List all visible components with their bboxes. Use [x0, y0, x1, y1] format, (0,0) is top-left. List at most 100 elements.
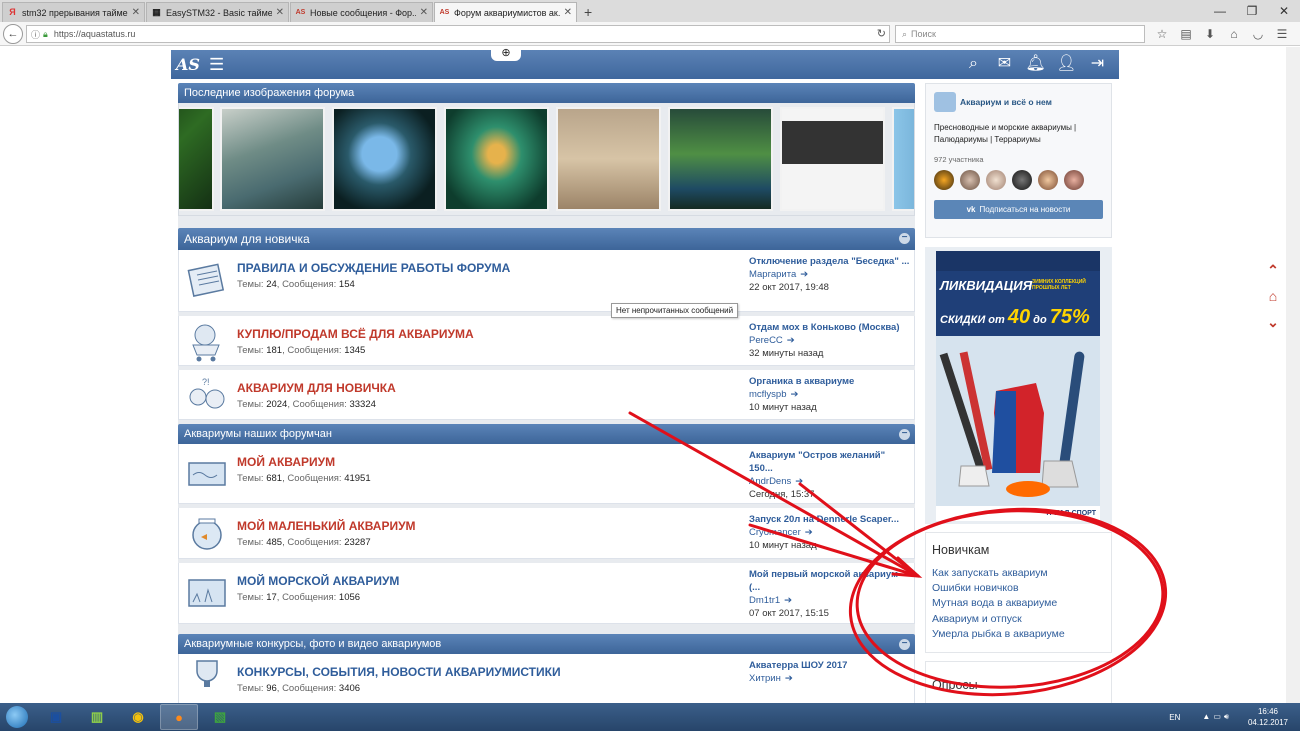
avatar[interactable]	[1064, 170, 1084, 190]
stm32-ide-icon[interactable]: ▥	[78, 704, 116, 730]
gallery-image[interactable]	[179, 107, 214, 211]
bookmark-star-icon[interactable]: ☆	[1150, 25, 1174, 43]
last-post-user[interactable]: Cryomancer ➔	[749, 526, 911, 539]
last-post-user[interactable]: Dm1tr1 ➔	[749, 594, 911, 607]
minimize-icon[interactable]: —	[1204, 4, 1236, 18]
vk-member-count[interactable]: 972 участника	[934, 155, 1103, 164]
address-bar[interactable]: ⓘ 🔒︎ https://aquastatus.ru ↻	[26, 25, 890, 43]
scroll-home-icon[interactable]: ⌂	[1263, 283, 1283, 309]
forum-row[interactable]: КУПЛЮ/ПРОДАМ ВСЁ ДЛЯ АКВАРИУМА Темы: 181…	[178, 316, 915, 366]
gallery-image[interactable]	[668, 107, 773, 211]
gallery-image[interactable]	[556, 107, 661, 211]
page-scrollbar[interactable]	[1286, 47, 1300, 703]
last-post-user[interactable]: AndrDens ➔	[749, 475, 911, 488]
avatar[interactable]	[960, 170, 980, 190]
browser-tab[interactable]: Я stm32 прерывания тайме... ✕	[2, 2, 145, 22]
reading-list-icon[interactable]: ▤	[1174, 25, 1198, 43]
maximize-icon[interactable]: ❐	[1236, 4, 1268, 18]
close-tab-icon[interactable]: ✕	[420, 7, 428, 18]
last-post-user[interactable]: mcflyspb ➔	[749, 388, 911, 401]
gallery-image[interactable]	[220, 107, 325, 211]
language-indicator[interactable]: EN	[1169, 713, 1180, 722]
avatar[interactable]	[1038, 170, 1058, 190]
vk-group-avatar[interactable]	[934, 92, 956, 112]
browser-tab-active[interactable]: AS Форум аквариумистов ак... ✕	[434, 2, 577, 22]
forum-title[interactable]: МОЙ МАЛЕНЬКИЙ АКВАРИУМ	[237, 519, 416, 533]
tray-icons[interactable]: ▲▭🔊︎	[1202, 712, 1232, 722]
menu-icon[interactable]: ☰	[1270, 25, 1294, 43]
forum-row[interactable]: МОЙ МАЛЕНЬКИЙ АКВАРИУМ Темы: 485, Сообще…	[178, 508, 915, 559]
last-post-title[interactable]: Органика в аквариуме	[749, 375, 911, 388]
reload-icon[interactable]: ↻	[877, 27, 886, 40]
hamburger-menu-icon[interactable]: ☰	[209, 55, 224, 75]
close-tab-icon[interactable]: ✕	[276, 7, 284, 18]
last-post-title[interactable]: Отключение раздела "Беседка" ...	[749, 255, 911, 268]
floppy-app-icon[interactable]: ▣	[37, 704, 75, 730]
advertisement-banner[interactable]: ЛИКВИДАЦИЯ ЗИМНИХ КОЛЛЕКЦИЙ ПРОШЛЫХ ЛЕТ …	[925, 247, 1112, 524]
forum-row[interactable]: МОЙ АКВАРИУМ Темы: 681, Сообщения: 41951…	[178, 444, 915, 504]
gallery-image[interactable]	[780, 107, 885, 211]
last-post-title[interactable]: Отдам мох в Коньково (Москва)	[749, 321, 911, 334]
forum-title[interactable]: АКВАРИУМ ДЛЯ НОВИЧКА	[237, 381, 396, 395]
scroll-up-icon[interactable]: ⌃	[1263, 257, 1283, 283]
last-post-user[interactable]: PereCC ➔	[749, 334, 911, 347]
close-tab-icon[interactable]: ✕	[132, 7, 140, 18]
collapse-icon[interactable]: −	[899, 639, 910, 650]
pocket-icon[interactable]: ◡	[1246, 25, 1270, 43]
chrome-icon[interactable]: ◉	[119, 704, 157, 730]
newbie-link[interactable]: Ошибки новичков	[932, 581, 1105, 596]
clock[interactable]: 16:46 04.12.2017	[1248, 706, 1288, 728]
section-header[interactable]: Аквариумы наших форумчан −	[178, 424, 915, 444]
forum-row[interactable]: ПРАВИЛА И ОБСУЖДЕНИЕ РАБОТЫ ФОРУМА Темы:…	[178, 250, 915, 312]
search-icon[interactable]: ⌕	[958, 54, 989, 74]
vk-group-name[interactable]: Аквариум и всё о нем	[960, 97, 1052, 107]
zoom-icon[interactable]: ⊕	[491, 47, 521, 61]
download-icon[interactable]: ⬇	[1198, 25, 1222, 43]
forum-title[interactable]: МОЙ МОРСКОЙ АКВАРИУМ	[237, 574, 399, 588]
section-header[interactable]: Аквариумные конкурсы, фото и видео аквар…	[178, 634, 915, 654]
last-post-title[interactable]: Аквариум "Остров желаний" 150...	[749, 449, 911, 475]
messages-icon[interactable]: ✉	[989, 54, 1020, 74]
last-post-title[interactable]: Акватерра ШОУ 2017	[749, 659, 911, 672]
scroll-down-icon[interactable]: ⌄	[1263, 309, 1283, 335]
avatar[interactable]	[986, 170, 1006, 190]
newbie-link[interactable]: Умерла рыбка в аквариуме	[932, 627, 1105, 642]
browser-search-input[interactable]: ⌕ Поиск	[895, 25, 1145, 43]
forum-row[interactable]: МОЙ МОРСКОЙ АКВАРИУМ Темы: 17, Сообщения…	[178, 563, 915, 624]
user-profile-icon[interactable]: 👤︎	[1051, 54, 1082, 74]
collapse-icon[interactable]: −	[899, 429, 910, 440]
forum-row[interactable]: КОНКУРСЫ, СОБЫТИЯ, НОВОСТИ АКВАРИУМИСТИК…	[178, 654, 915, 703]
last-post-title[interactable]: Запуск 20л на Dennerle Scaper...	[749, 513, 911, 526]
section-header[interactable]: Аквариум для новичка −	[178, 228, 915, 250]
browser-tab[interactable]: ▦ EasySTM32 - Basic таймер... ✕	[146, 2, 289, 22]
forum-title[interactable]: МОЙ АКВАРИУМ	[237, 455, 335, 469]
forum-title[interactable]: ПРАВИЛА И ОБСУЖДЕНИЕ РАБОТЫ ФОРУМА	[237, 261, 510, 275]
avatar[interactable]	[934, 170, 954, 190]
vk-subscribe-button[interactable]: vk Подписаться на новости	[934, 200, 1103, 219]
forum-title[interactable]: КУПЛЮ/ПРОДАМ ВСЁ ДЛЯ АКВАРИУМА	[237, 327, 474, 341]
last-post-user[interactable]: Хитрин ➔	[749, 672, 911, 685]
new-tab-icon[interactable]: +	[578, 2, 598, 22]
last-post-title[interactable]: Мой первый морской аквариум (...	[749, 568, 911, 594]
excel-like-icon[interactable]: ▧	[201, 704, 239, 730]
last-post-user[interactable]: Маргарита ➔	[749, 268, 911, 281]
start-button[interactable]	[0, 703, 34, 731]
logout-icon[interactable]: ⇥	[1082, 54, 1113, 74]
info-icon[interactable]: ⓘ	[31, 28, 40, 41]
gallery-image[interactable]	[332, 107, 437, 211]
firefox-icon[interactable]: ●	[160, 704, 198, 730]
notifications-bell-icon[interactable]: 🔔︎	[1020, 54, 1051, 74]
gallery-image[interactable]	[892, 107, 914, 211]
browser-tab[interactable]: AS Новые сообщения - Фор... ✕	[290, 2, 433, 22]
ad-image[interactable]: ЛИКВИДАЦИЯ ЗИМНИХ КОЛЛЕКЦИЙ ПРОШЛЫХ ЛЕТ …	[936, 251, 1100, 521]
home-icon[interactable]: ⌂	[1222, 25, 1246, 43]
newbie-link[interactable]: Как запускать аквариум	[932, 566, 1105, 581]
close-window-icon[interactable]: ✕	[1268, 4, 1300, 18]
gallery-image[interactable]	[444, 107, 549, 211]
collapse-icon[interactable]: −	[899, 233, 910, 244]
newbie-link[interactable]: Мутная вода в аквариуме	[932, 596, 1105, 611]
close-tab-icon[interactable]: ✕	[564, 7, 572, 18]
forum-row[interactable]: ?! АКВАРИУМ ДЛЯ НОВИЧКА Темы: 2024, Сооб…	[178, 370, 915, 420]
back-icon[interactable]: ←	[3, 23, 23, 44]
avatar[interactable]	[1012, 170, 1032, 190]
